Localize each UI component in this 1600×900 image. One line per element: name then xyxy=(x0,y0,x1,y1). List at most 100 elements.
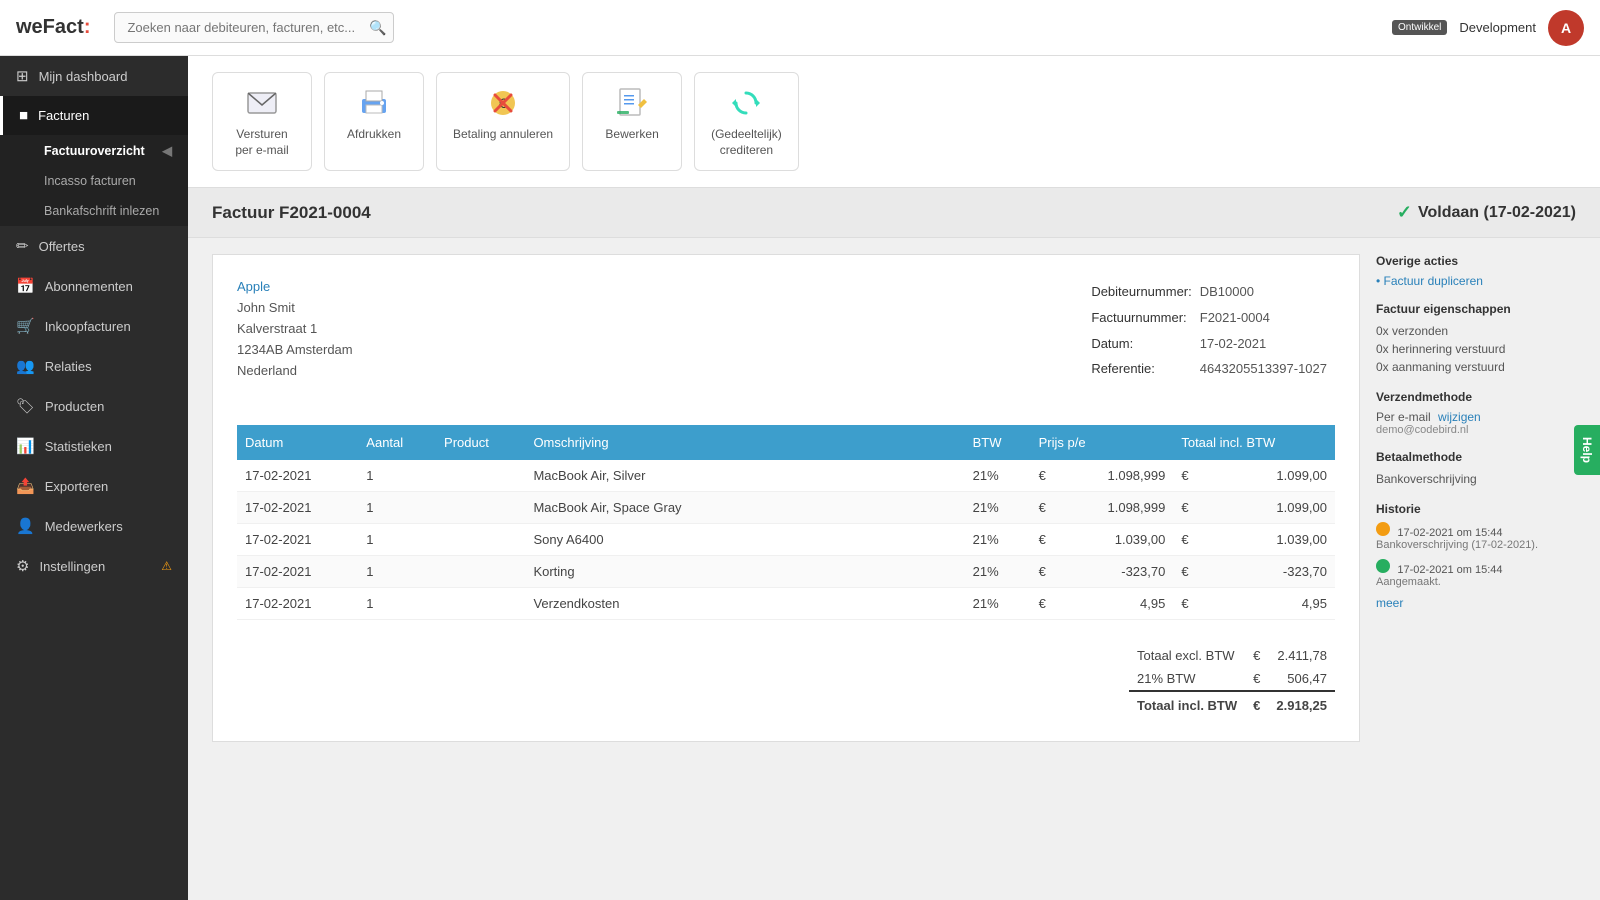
row-aantal: 1 xyxy=(358,460,436,492)
table-row: 17-02-2021 1 MacBook Air, Silver 21% € 1… xyxy=(237,460,1335,492)
row-omschrijving: Verzendkosten xyxy=(525,588,964,620)
row-totaal-val: 1.099,00 xyxy=(1215,460,1335,492)
producten-icon: 🏷 xyxy=(16,397,35,415)
row-totaal-eur: € xyxy=(1173,524,1215,556)
sidebar-item-bankafschrift[interactable]: Bankafschrift inlezen xyxy=(16,196,188,226)
row-totaal-val: 4,95 xyxy=(1215,588,1335,620)
btw-value: 506,47 xyxy=(1268,667,1335,691)
company-name[interactable]: Apple xyxy=(237,279,353,294)
totaal-excl-label: Totaal excl. BTW xyxy=(1129,644,1245,667)
row-totaal-eur: € xyxy=(1173,556,1215,588)
sidebar-item-statistieken[interactable]: 📊 Statistieken xyxy=(0,426,188,466)
sidebar-item-exporteren[interactable]: 📤 Exporteren xyxy=(0,466,188,506)
search-icon: 🔍 xyxy=(369,19,386,36)
wijzigen-link[interactable]: wijzigen xyxy=(1438,410,1481,424)
totaal-incl-value: 2.918,25 xyxy=(1268,691,1335,717)
row-totaal-eur: € xyxy=(1173,492,1215,524)
col-aantal: Aantal xyxy=(358,425,436,460)
sidebar-item-offertes[interactable]: ✏ Offertes xyxy=(0,226,188,266)
row-product xyxy=(436,556,525,588)
row-totaal-val: -323,70 xyxy=(1215,556,1335,588)
verzend-email: demo@codebird.nl xyxy=(1376,424,1576,436)
history-list: 17-02-2021 om 15:44 Bankoverschrijving (… xyxy=(1376,522,1576,588)
verzendmethode-value: Per e-mail xyxy=(1376,410,1431,424)
row-btw: 21% xyxy=(965,524,1031,556)
crediteren-label: (Gedeeltelijk)crediteren xyxy=(711,127,782,158)
versturen-button[interactable]: Versturenper e-mail xyxy=(212,72,312,171)
row-totaal-val: 1.039,00 xyxy=(1215,524,1335,556)
sidebar-item-abonnementen[interactable]: 📅 Abonnementen xyxy=(0,266,188,306)
sidebar-label-incasso: Incasso facturen xyxy=(44,174,136,188)
afdrukken-icon xyxy=(356,85,392,121)
dev-dropdown[interactable]: Development xyxy=(1459,20,1536,35)
search-input[interactable] xyxy=(114,12,394,43)
statistieken-icon: 📊 xyxy=(16,437,35,455)
sidebar-item-producten[interactable]: 🏷 Producten xyxy=(0,386,188,426)
row-product xyxy=(436,524,525,556)
history-item: 17-02-2021 om 15:44 Aangemaakt. xyxy=(1376,559,1576,588)
overige-acties-panel: Overige acties • Factuur dupliceren xyxy=(1376,254,1576,288)
col-product: Product xyxy=(436,425,525,460)
sidebar-label-relaties: Relaties xyxy=(45,359,92,374)
totaal-excl-eur: € xyxy=(1245,644,1268,667)
row-datum: 17-02-2021 xyxy=(237,460,358,492)
arrow-icon: ◀ xyxy=(162,143,172,158)
sidebar-sub-facturen: Factuuroverzicht ◀ Incasso facturen Bank… xyxy=(0,135,188,226)
afdrukken-label: Afdrukken xyxy=(347,127,401,141)
layout: ⊞ Mijn dashboard ■ Facturen Factuuroverz… xyxy=(0,56,1600,900)
topbar: weFact: 🔍 Ontwikkel Development A xyxy=(0,0,1600,56)
history-desc: Bankoverschrijving (17-02-2021). xyxy=(1376,539,1576,551)
row-prijs-eur: € xyxy=(1031,460,1065,492)
avatar[interactable]: A xyxy=(1548,10,1584,46)
relaties-icon: 👥 xyxy=(16,357,35,375)
search-wrap: 🔍 xyxy=(114,12,394,43)
sidebar-item-medewerkers[interactable]: 👤 Medewerkers xyxy=(0,506,188,546)
row-prijs-val: 1.098,999 xyxy=(1065,492,1174,524)
row-prijs-eur: € xyxy=(1031,556,1065,588)
meer-link[interactable]: meer xyxy=(1376,596,1403,610)
help-tab[interactable]: Help xyxy=(1574,425,1600,475)
totaal-excl-value: 2.411,78 xyxy=(1268,644,1335,667)
row-totaal-eur: € xyxy=(1173,588,1215,620)
sidebar-item-factuuroverzicht[interactable]: Factuuroverzicht ◀ xyxy=(16,135,188,166)
betaling-annuleren-button[interactable]: € Betaling annuleren xyxy=(436,72,570,171)
sidebar-item-incasso[interactable]: Incasso facturen xyxy=(16,166,188,196)
datum-value: 17-02-2021 xyxy=(1200,330,1335,356)
sidebar-label-exporteren: Exporteren xyxy=(45,479,109,494)
row-prijs-val: 4,95 xyxy=(1065,588,1174,620)
referentie-label: Referentie: xyxy=(1091,356,1199,382)
historie-title: Historie xyxy=(1376,502,1576,516)
inkoopfacturen-icon: 🛒 xyxy=(16,317,35,335)
row-product xyxy=(436,460,525,492)
overige-acties-title: Overige acties xyxy=(1376,254,1576,268)
betaling-annuleren-icon: € xyxy=(485,85,521,121)
sidebar-item-relaties[interactable]: 👥 Relaties xyxy=(0,346,188,386)
invoice-document: Apple John Smit Kalverstraat 1 1234AB Am… xyxy=(212,254,1360,742)
sidebar-item-dashboard[interactable]: ⊞ Mijn dashboard xyxy=(0,56,188,96)
bewerken-button[interactable]: Bewerken xyxy=(582,72,682,171)
factuur-eigenschappen-title: Factuur eigenschappen xyxy=(1376,302,1576,316)
facturen-icon: ■ xyxy=(19,107,28,124)
row-btw: 21% xyxy=(965,460,1031,492)
factuur-dupliceren-link[interactable]: Factuur dupliceren xyxy=(1384,274,1483,288)
row-aantal: 1 xyxy=(358,492,436,524)
topbar-right: Ontwikkel Development A xyxy=(1392,10,1584,46)
verzendmethode-info: Per e-mail wijzigen demo@codebird.nl xyxy=(1376,410,1576,436)
sidebar-item-instellingen[interactable]: ⚙ Instellingen ⚠ xyxy=(0,546,188,586)
sidebar-label-inkoopfacturen: Inkoopfacturen xyxy=(45,319,131,334)
invoice-meta: Debiteurnummer: DB10000 Factuurnummer: F… xyxy=(1091,279,1335,381)
row-datum: 17-02-2021 xyxy=(237,588,358,620)
address-line2: 1234AB Amsterdam xyxy=(237,340,353,361)
sidebar-item-inkoopfacturen[interactable]: 🛒 Inkoopfacturen xyxy=(0,306,188,346)
table-row: 17-02-2021 1 Verzendkosten 21% € 4,95 € … xyxy=(237,588,1335,620)
crediteren-button[interactable]: (Gedeeltelijk)crediteren xyxy=(694,72,799,171)
row-btw: 21% xyxy=(965,492,1031,524)
row-prijs-eur: € xyxy=(1031,524,1065,556)
afdrukken-button[interactable]: Afdrukken xyxy=(324,72,424,171)
col-omschrijving: Omschrijving xyxy=(525,425,964,460)
col-totaal: Totaal incl. BTW xyxy=(1173,425,1335,460)
invoice-right-sidebar: Overige acties • Factuur dupliceren Fact… xyxy=(1376,254,1576,742)
verzonden-text: 0x verzonden xyxy=(1376,322,1576,340)
sidebar-label-medewerkers: Medewerkers xyxy=(45,519,123,534)
sidebar-item-facturen[interactable]: ■ Facturen xyxy=(0,96,188,135)
